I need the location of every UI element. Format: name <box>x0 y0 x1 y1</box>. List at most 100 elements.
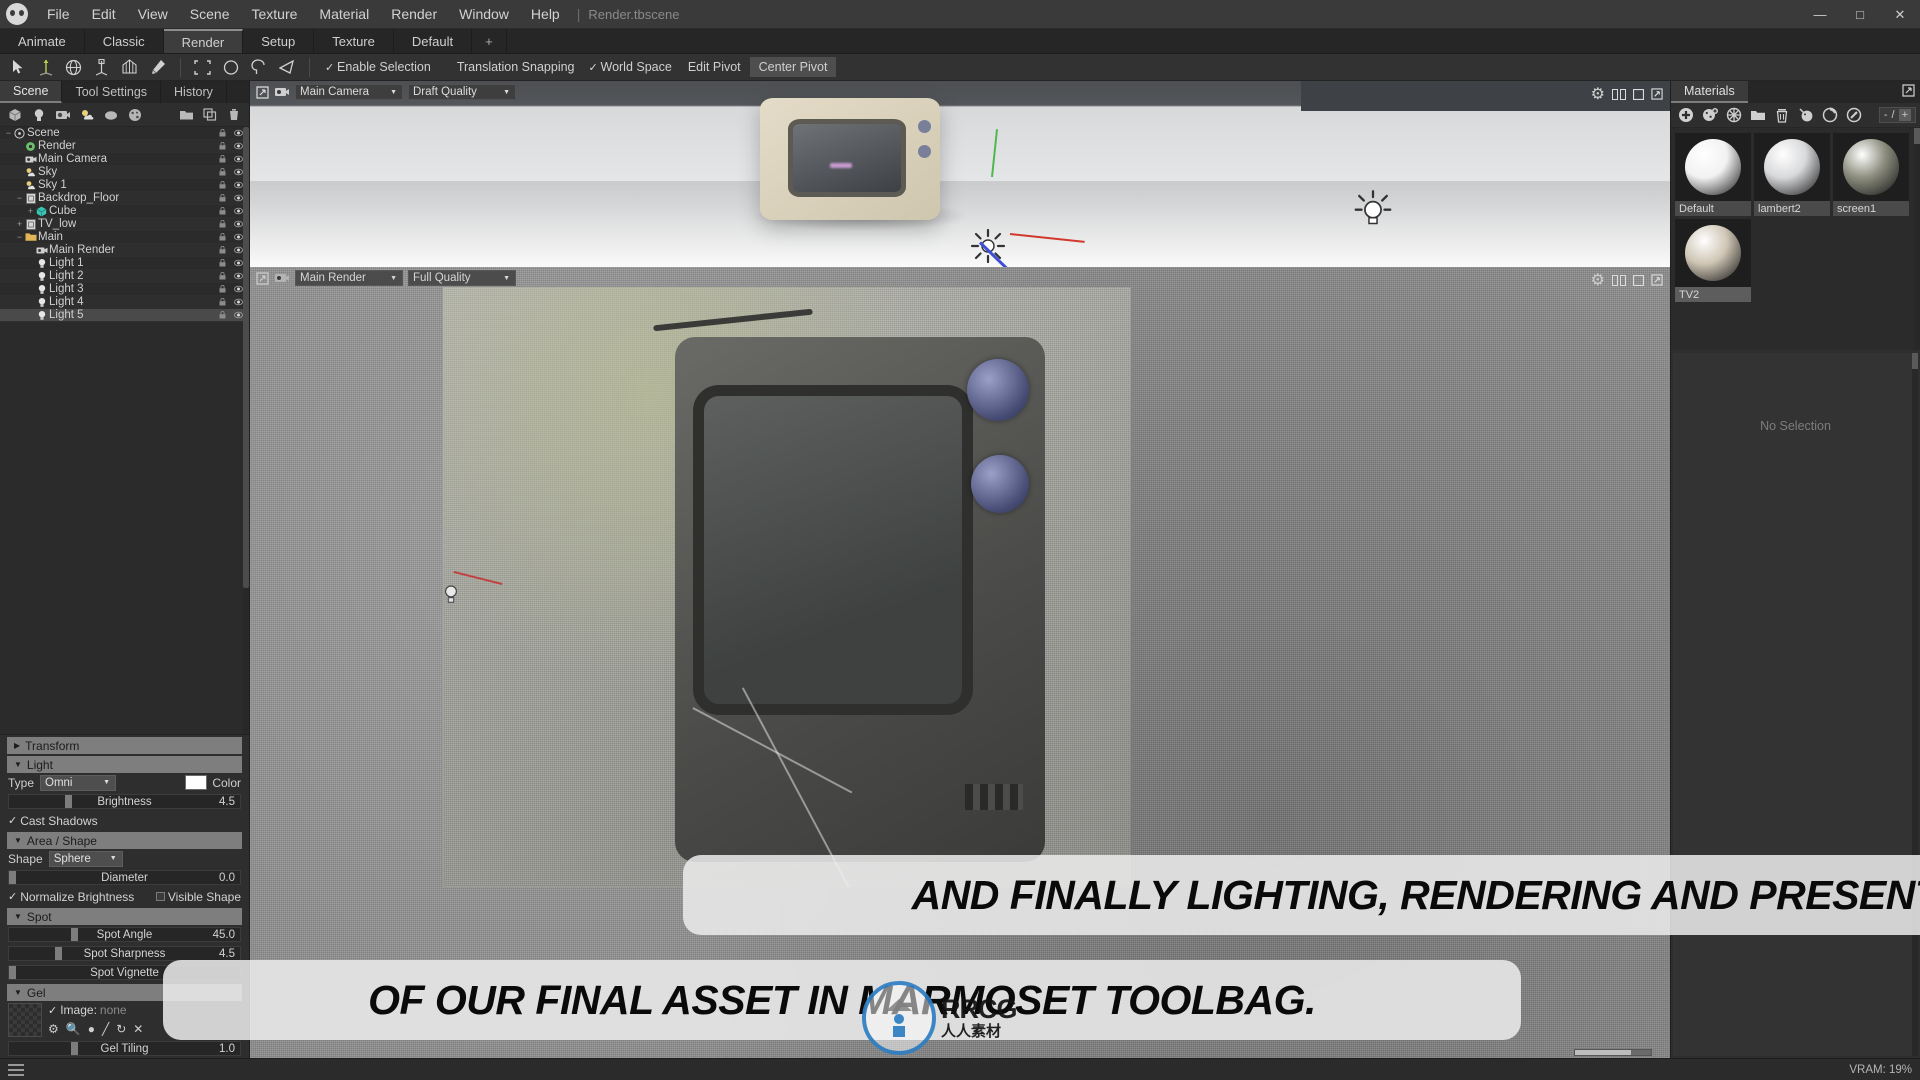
gel-tiling-slider[interactable]: Gel Tiling 1.0 <box>8 1041 241 1056</box>
tab-tool-settings[interactable]: Tool Settings <box>62 81 162 103</box>
close-icon[interactable]: ✕ <box>133 1022 143 1036</box>
render-viewport-scrollbar[interactable] <box>1574 1049 1652 1056</box>
lock-icon[interactable] <box>219 297 226 309</box>
visibility-eye-icon[interactable] <box>234 245 243 257</box>
material-cell-default[interactable]: Default <box>1675 133 1751 216</box>
visibility-eye-icon[interactable] <box>234 258 243 270</box>
marquee-select-icon[interactable] <box>189 55 216 80</box>
menu-file[interactable]: File <box>36 2 81 26</box>
lock-icon[interactable] <box>219 206 226 218</box>
minimize-button[interactable]: — <box>1800 0 1840 29</box>
materials-scrollbar[interactable] <box>1914 128 1920 350</box>
add-mesh-icon[interactable] <box>4 105 26 125</box>
menu-edit[interactable]: Edit <box>81 2 127 26</box>
tree-item-cube[interactable]: + Cube <box>0 205 249 218</box>
trash-icon[interactable] <box>1771 105 1792 125</box>
tree-expander[interactable]: + <box>26 206 35 216</box>
material-thumbnail[interactable] <box>1754 133 1830 201</box>
material-thumbnail[interactable] <box>1833 133 1909 201</box>
material-cell-tv2[interactable]: TV2 <box>1675 219 1751 302</box>
layout-tab-classic[interactable]: Classic <box>85 29 164 53</box>
spot-sharpness-slider[interactable]: Spot Sharpness 4.5 <box>8 946 241 961</box>
menu-window[interactable]: Window <box>448 2 520 26</box>
scale-gizmo-icon[interactable] <box>88 55 115 80</box>
tree-expander[interactable]: + <box>15 219 24 229</box>
tree-item-scene[interactable]: − Scene <box>0 127 249 140</box>
tree-expander[interactable]: − <box>4 128 13 138</box>
tab-materials[interactable]: Materials <box>1671 81 1748 103</box>
world-space-checkbox[interactable]: ✓ World Space <box>582 58 679 76</box>
layout-tab-setup[interactable]: Setup <box>243 29 315 53</box>
lock-icon[interactable] <box>219 180 226 192</box>
paint-icon[interactable] <box>144 55 171 80</box>
tab-history[interactable]: History <box>161 81 227 103</box>
popout-icon-3[interactable] <box>256 271 269 285</box>
translate-gizmo-icon[interactable] <box>32 55 59 80</box>
material-cell-screen1[interactable]: screen1 <box>1833 133 1909 216</box>
visibility-eye-icon[interactable] <box>234 128 243 140</box>
layout-tab-animate[interactable]: Animate <box>0 29 85 53</box>
top-viewport-quality-select[interactable]: Draft Quality ▼ <box>408 84 516 100</box>
material-count-plus[interactable]: + <box>1898 109 1911 121</box>
menu-texture[interactable]: Texture <box>240 2 308 26</box>
rotate-gizmo-icon[interactable] <box>60 55 87 80</box>
transform-gizmo-icon[interactable] <box>116 55 143 80</box>
add-light-icon[interactable] <box>28 105 50 125</box>
tree-item-tv-low[interactable]: + TV_low <box>0 218 249 231</box>
tree-item-light-5[interactable]: Light 5 <box>0 309 249 322</box>
bottom-viewport-camera-select[interactable]: Main Render ▼ <box>295 270 403 286</box>
diameter-slider[interactable]: Diameter 0.0 <box>8 870 241 885</box>
duplicate-material-icon[interactable] <box>1699 105 1720 125</box>
material-cell-lambert2[interactable]: lambert2 <box>1754 133 1830 216</box>
lock-icon[interactable] <box>219 167 226 179</box>
refresh-material-icon[interactable] <box>1819 105 1840 125</box>
split-horizontal-icon-2[interactable] <box>1612 274 1626 286</box>
pick-material-icon[interactable] <box>1843 105 1864 125</box>
status-menu-button[interactable] <box>8 1063 24 1076</box>
reload-icon[interactable]: ↻ <box>116 1022 126 1036</box>
material-thumbnail[interactable] <box>1675 219 1751 287</box>
visibility-eye-icon[interactable] <box>234 297 243 309</box>
visible-shape-checkbox[interactable]: Visible Shape <box>155 890 241 904</box>
layout-tab-render[interactable]: Render <box>163 29 244 53</box>
visibility-eye-icon[interactable] <box>234 154 243 166</box>
delete-icon[interactable] <box>223 105 245 125</box>
gel-image-checkbox[interactable]: ✓ Image: none <box>48 1003 143 1017</box>
gear-icon-bottom-viewport[interactable]: ⚙ <box>1591 270 1605 290</box>
tree-item-main-camera[interactable]: Main Camera <box>0 153 249 166</box>
tree-item-render[interactable]: Render <box>0 140 249 153</box>
popout-icon[interactable] <box>256 85 269 99</box>
normalize-brightness-checkbox[interactable]: ✓ Normalize Brightness <box>8 890 134 904</box>
gel-image-thumbnail[interactable] <box>8 1003 42 1037</box>
lock-icon[interactable] <box>219 193 226 205</box>
clear-material-icon[interactable] <box>1723 105 1744 125</box>
visibility-eye-icon[interactable] <box>234 271 243 283</box>
top-viewport-camera-select[interactable]: Main Camera ▼ <box>295 84 403 100</box>
lock-icon[interactable] <box>219 245 226 257</box>
menu-help[interactable]: Help <box>520 2 571 26</box>
folder-icon[interactable] <box>1747 105 1768 125</box>
lock-icon[interactable] <box>219 128 226 140</box>
visibility-eye-icon[interactable] <box>234 141 243 153</box>
light-color-swatch[interactable] <box>185 775 208 790</box>
materials-grid[interactable]: Default lambert2 screen1 TV2 <box>1671 128 1920 350</box>
tree-item-light-1[interactable]: Light 1 <box>0 257 249 270</box>
lock-icon[interactable] <box>219 141 226 153</box>
add-material-icon-2[interactable] <box>1675 105 1696 125</box>
tree-item-main[interactable]: − Main <box>0 231 249 244</box>
perspective-viewport[interactable]: ▲ Main Camera ▼ Draft Quality <box>250 81 1670 267</box>
render-viewport[interactable]: Main Render ▼ Full Quality ▼ ⚙ <box>250 267 1670 1058</box>
lasso-select-icon[interactable] <box>245 55 272 80</box>
enable-selection-checkbox[interactable]: ✓ Enable Selection <box>318 58 438 76</box>
tree-item-sky[interactable]: Sky <box>0 166 249 179</box>
lock-icon[interactable] <box>219 232 226 244</box>
tab-scene[interactable]: Scene <box>0 81 63 103</box>
eyedropper-icon[interactable]: ● <box>88 1022 95 1036</box>
maximize-button[interactable]: □ <box>1840 0 1880 29</box>
duplicate-icon[interactable] <box>199 105 221 125</box>
tree-expander[interactable]: − <box>15 193 24 203</box>
scene-tree[interactable]: − Scene Render Main Camera Sky Sky 1 − Backdrop… <box>0 127 249 735</box>
tree-item-light-3[interactable]: Light 3 <box>0 283 249 296</box>
add-camera-icon[interactable] <box>52 105 74 125</box>
light-gizmo-icon-1[interactable] <box>968 226 1008 266</box>
